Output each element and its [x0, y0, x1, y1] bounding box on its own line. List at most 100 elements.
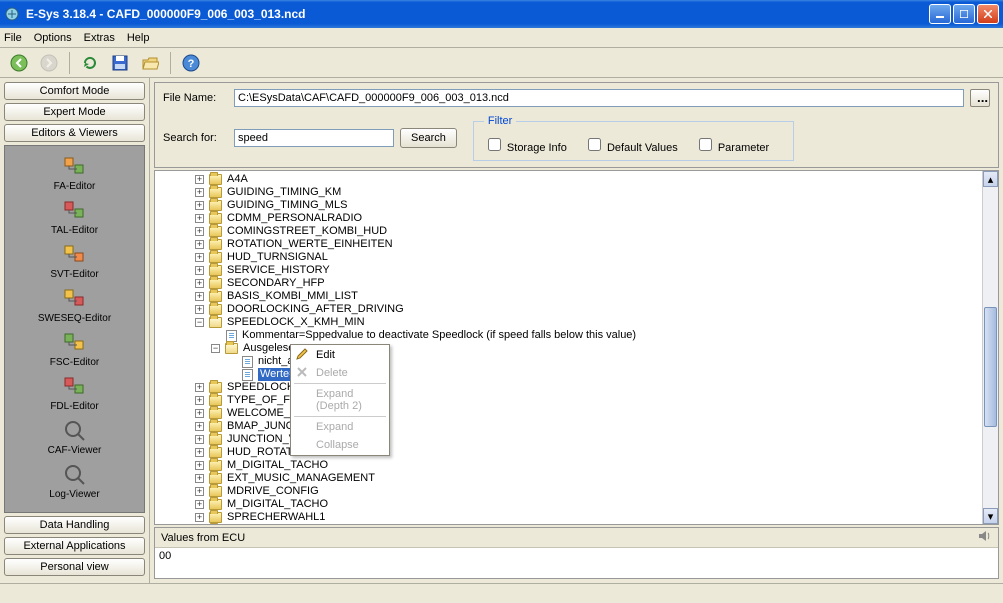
expand-icon[interactable]: + — [195, 409, 204, 418]
vertical-scrollbar[interactable]: ▴ ▾ — [982, 171, 998, 524]
sidebar-item-fdl-editor[interactable]: FDL-Editor — [9, 372, 140, 414]
expand-icon[interactable]: + — [195, 279, 204, 288]
filter-default[interactable]: Default Values — [584, 142, 678, 154]
expand-icon[interactable]: + — [195, 461, 204, 470]
filter-storage[interactable]: Storage Info — [484, 142, 567, 154]
sidebar-item-fsc-editor[interactable]: FSC-Editor — [9, 328, 140, 370]
menu-options[interactable]: Options — [34, 32, 72, 44]
tree-node[interactable]: + CDMM_PERSONALRADIO — [195, 212, 982, 225]
data-handling-button[interactable]: Data Handling — [4, 516, 145, 534]
ctx-edit[interactable]: Edit — [292, 346, 388, 364]
personal-view-button[interactable]: Personal view — [4, 558, 145, 576]
expand-icon[interactable]: + — [195, 175, 204, 184]
tree-node[interactable]: +COMINGSTREET_KOMBI_HUD — [195, 225, 982, 238]
open-button[interactable] — [137, 50, 163, 76]
expand-icon[interactable]: + — [195, 435, 204, 444]
expand-icon[interactable]: + — [195, 201, 204, 210]
expand-icon[interactable]: + — [195, 487, 204, 496]
scroll-thumb[interactable] — [984, 307, 997, 427]
tree-label: GUIDING_TIMING_KM — [227, 186, 341, 199]
ctx-delete: Delete — [292, 364, 388, 382]
tree-node[interactable]: −SPEEDLOCK_X_KMH_MIN — [195, 316, 982, 329]
toolbar: ? — [0, 48, 1003, 78]
menu-help[interactable]: Help — [127, 32, 150, 44]
expand-icon[interactable]: + — [195, 305, 204, 314]
sidebar-item-caf-viewer[interactable]: CAF-Viewer — [9, 416, 140, 458]
back-button[interactable] — [6, 50, 32, 76]
comfort-mode-button[interactable]: Comfort Mode — [4, 82, 145, 100]
tree-node[interactable]: +GUIDING_TIMING_MLS — [195, 199, 982, 212]
tree[interactable]: + A4A + GUIDING_TIMING_KM+GUIDING_TIMING_ML… — [155, 171, 982, 524]
expand-icon[interactable]: + — [195, 396, 204, 405]
tree-node[interactable]: +HUD_TURNSIGNAL — [195, 251, 982, 264]
folder-icon — [209, 460, 222, 471]
external-apps-button[interactable]: External Applications — [4, 537, 145, 555]
sidebar-item-fa-editor[interactable]: FA-Editor — [9, 152, 140, 194]
delete-icon — [296, 366, 310, 380]
editors-viewers-button[interactable]: Editors & Viewers — [4, 124, 145, 142]
tree-node[interactable]: +SECONDARY_HFP — [195, 277, 982, 290]
minimize-button[interactable] — [929, 4, 951, 24]
expand-icon[interactable]: + — [195, 240, 204, 249]
menu-file[interactable]: File — [4, 32, 22, 44]
help-button[interactable]: ? — [178, 50, 204, 76]
app-icon — [4, 6, 20, 22]
menu-extras[interactable]: Extras — [84, 32, 115, 44]
scroll-up-button[interactable]: ▴ — [983, 171, 998, 187]
folder-open-icon — [225, 343, 238, 354]
tree-node[interactable]: Kommentar=Sppedvalue to deactivate Speed… — [195, 329, 982, 342]
tree-node[interactable]: +SERVICE_HISTORY — [195, 264, 982, 277]
tree-node[interactable]: + M_DIGITAL_TACHO — [195, 498, 982, 511]
expand-icon[interactable]: + — [195, 448, 204, 457]
sidebar-item-log-viewer[interactable]: Log-Viewer — [9, 460, 140, 502]
tree-node[interactable]: + M_DIGITAL_TACHO — [195, 459, 982, 472]
browse-button[interactable]: ... — [970, 89, 990, 107]
filter-parameter[interactable]: Parameter — [695, 142, 769, 154]
scroll-down-button[interactable]: ▾ — [983, 508, 998, 524]
tree-label: DOORLOCKING_AFTER_DRIVING — [227, 303, 404, 316]
folder-icon — [209, 200, 222, 211]
expand-icon[interactable]: + — [195, 214, 204, 223]
search-field[interactable] — [234, 129, 394, 147]
expand-icon[interactable]: + — [195, 253, 204, 262]
tree-node[interactable]: + DOORLOCKING_AFTER_DRIVING — [195, 303, 982, 316]
folder-icon — [209, 239, 222, 250]
expert-mode-button[interactable]: Expert Mode — [4, 103, 145, 121]
expand-icon[interactable]: + — [195, 500, 204, 509]
save-button[interactable] — [107, 50, 133, 76]
sidebar-item-svt-editor[interactable]: SVT-Editor — [9, 240, 140, 282]
sidebar-item-label: TAL-Editor — [51, 225, 98, 236]
expand-icon[interactable]: + — [195, 513, 204, 522]
tree-node[interactable]: +SPRECHERWAHL1 — [195, 511, 982, 524]
context-menu: Edit Delete Expand (Depth 2) Expand Coll… — [290, 344, 390, 456]
close-button[interactable] — [977, 4, 999, 24]
tree-label: M_DIGITAL_TACHO — [227, 459, 328, 472]
tree-node[interactable]: + GUIDING_TIMING_KM — [195, 186, 982, 199]
forward-button[interactable] — [36, 50, 62, 76]
expand-icon[interactable]: − — [195, 318, 204, 327]
refresh-button[interactable] — [77, 50, 103, 76]
sidebar-item-sweseq-editor[interactable]: SWESEQ-Editor — [9, 284, 140, 326]
tree-label: CDMM_PERSONALRADIO — [227, 212, 362, 225]
expand-icon[interactable]: + — [195, 474, 204, 483]
filename-field[interactable] — [234, 89, 964, 107]
expand-icon[interactable]: + — [195, 188, 204, 197]
maximize-button[interactable] — [953, 4, 975, 24]
tree-node[interactable]: + A4A — [195, 173, 982, 186]
search-button[interactable]: Search — [400, 128, 457, 148]
expand-icon[interactable]: + — [195, 292, 204, 301]
tree-label: M_DIGITAL_TACHO — [227, 498, 328, 511]
tree-node[interactable]: +EXT_MUSIC_MANAGEMENT — [195, 472, 982, 485]
expand-icon[interactable]: − — [211, 344, 220, 353]
tree-node[interactable]: +MDRIVE_CONFIG — [195, 485, 982, 498]
speaker-icon[interactable] — [978, 530, 992, 545]
sidebar-item-tal-editor[interactable]: TAL-Editor — [9, 196, 140, 238]
tree-node[interactable]: +BASIS_KOMBI_MMI_LIST — [195, 290, 982, 303]
expand-icon[interactable]: + — [195, 266, 204, 275]
expand-icon[interactable]: + — [195, 422, 204, 431]
expand-icon[interactable]: + — [195, 383, 204, 392]
sidebar-item-label: Log-Viewer — [49, 489, 99, 500]
tree-node[interactable]: +ROTATION_WERTE_EINHEITEN — [195, 238, 982, 251]
expand-icon[interactable]: + — [195, 227, 204, 236]
tree-label: A4A — [227, 173, 248, 186]
